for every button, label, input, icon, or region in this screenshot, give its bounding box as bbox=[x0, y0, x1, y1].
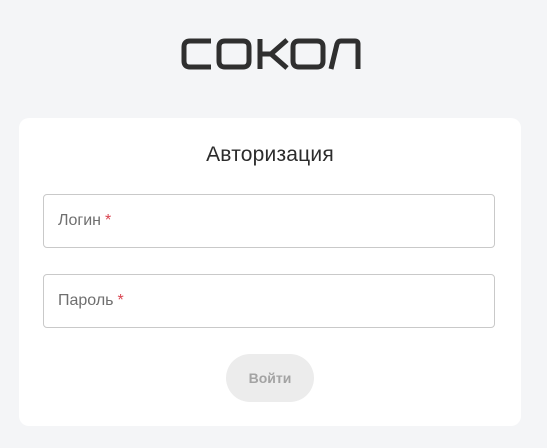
sokol-logo-wordmark bbox=[181, 38, 361, 70]
auth-title: Авторизация bbox=[206, 143, 334, 166]
login-field[interactable]: Логин * bbox=[43, 194, 495, 248]
sokol-logo bbox=[181, 36, 361, 72]
login-label: Логин * bbox=[58, 212, 112, 229]
required-mark: * bbox=[117, 292, 124, 309]
password-field[interactable]: Пароль * bbox=[43, 274, 495, 328]
login-button[interactable]: Войти bbox=[226, 354, 314, 402]
auth-card: Авторизация Логин * Пароль * Войти bbox=[19, 118, 521, 426]
password-label: Пароль * bbox=[58, 292, 124, 309]
required-mark: * bbox=[105, 212, 112, 229]
